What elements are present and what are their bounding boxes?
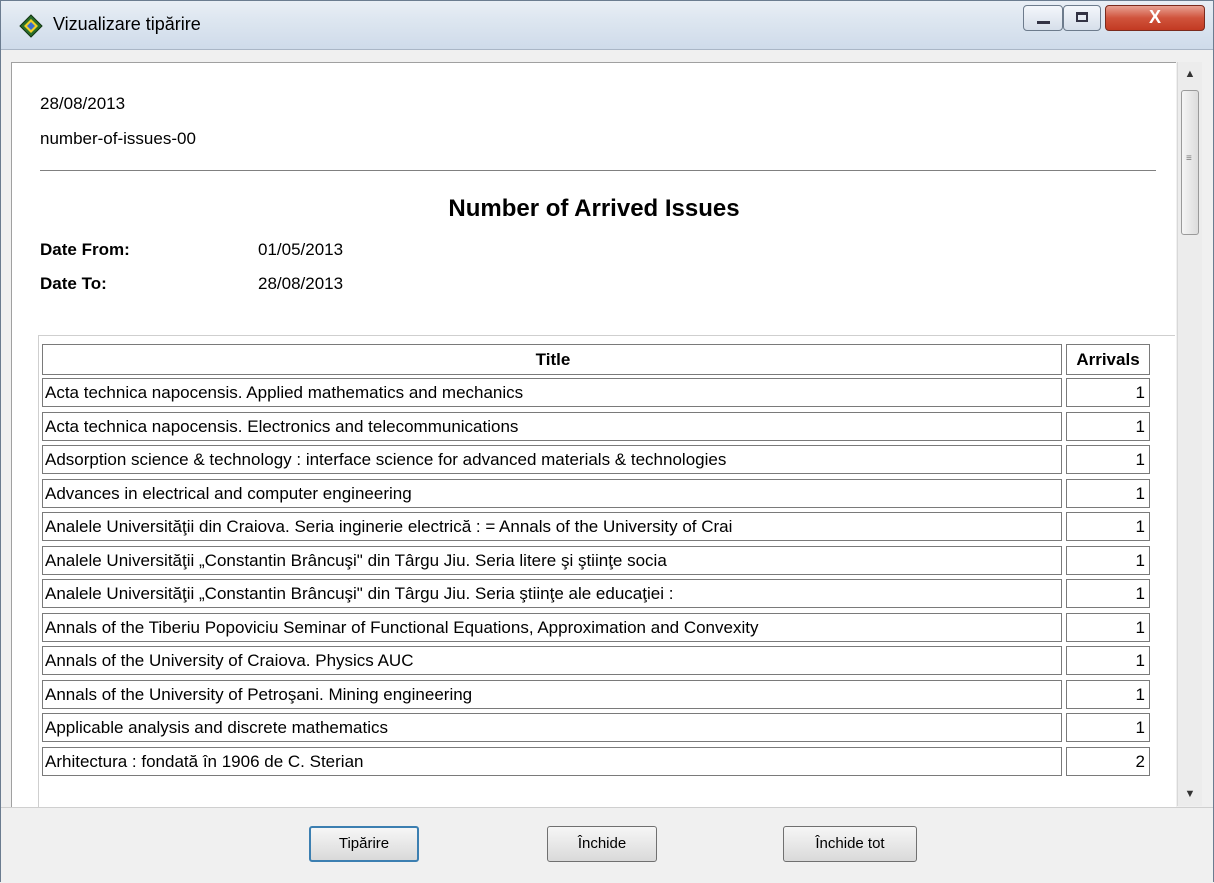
grip-icon: ≡ [1186, 153, 1192, 164]
close-window-button[interactable]: X [1105, 5, 1205, 31]
header-divider [40, 170, 1156, 171]
table-row-arrivals: 1 [1066, 479, 1150, 508]
minimize-button[interactable] [1023, 5, 1063, 31]
vertical-scrollbar[interactable]: ▲ ≡ ▼ [1177, 62, 1202, 806]
close-all-button[interactable]: Închide tot [783, 826, 917, 862]
table-row-title: Adsorption science & technology : interf… [42, 445, 1062, 474]
table-row-title: Annals of the Tiberiu Popoviciu Seminar … [42, 613, 1062, 642]
table-row-title: Acta technica napocensis. Electronics an… [42, 412, 1062, 441]
table-row-title: Analele Universităţii din Craiova. Seria… [42, 512, 1062, 541]
table-row-arrivals: 1 [1066, 646, 1150, 675]
date-to-label: Date To: [40, 274, 107, 293]
scroll-down-arrow-icon[interactable]: ▼ [1178, 782, 1202, 806]
report-title: Number of Arrived Issues [448, 195, 740, 222]
scroll-up-arrow-icon[interactable]: ▲ [1178, 62, 1202, 86]
table-row-arrivals: 1 [1066, 579, 1150, 608]
table-row-arrivals: 1 [1066, 546, 1150, 575]
report-date: 28/08/2013 [40, 94, 126, 113]
close-icon: X [1148, 7, 1161, 27]
table-row-title: Acta technica napocensis. Applied mathem… [42, 378, 1062, 407]
title-bar[interactable]: Vizualizare tipărire X [1, 1, 1213, 50]
print-preview-window: Vizualizare tipărire X 28/08/2013 number… [0, 0, 1214, 883]
table-row-arrivals: 1 [1066, 680, 1150, 709]
table-row-arrivals: 1 [1066, 445, 1150, 474]
table-row-title: Annals of the University of Petroşani. M… [42, 680, 1062, 709]
scrollbar-thumb[interactable]: ≡ [1181, 90, 1199, 235]
close-button[interactable]: Închide [547, 826, 657, 862]
table-row-arrivals: 1 [1066, 713, 1150, 742]
table-row-arrivals: 1 [1066, 412, 1150, 441]
button-bar: Tipărire Închide Închide tot [1, 807, 1213, 883]
table-row-arrivals: 2 [1066, 747, 1150, 776]
table-row-title: Advances in electrical and computer engi… [42, 479, 1062, 508]
table-row-title: Annals of the University of Craiova. Phy… [42, 646, 1062, 675]
report-name: number-of-issues-00 [40, 129, 196, 148]
table-row-title: Arhitectura : fondată în 1906 de C. Ster… [42, 747, 1062, 776]
column-header-arrivals: Arrivals [1066, 344, 1150, 375]
table-row-arrivals: 1 [1066, 378, 1150, 407]
app-icon [19, 14, 43, 38]
maximize-icon [1076, 12, 1088, 22]
print-button[interactable]: Tipărire [309, 826, 419, 862]
table-row-title: Analele Universităţii „Constantin Brâncu… [42, 579, 1062, 608]
date-from-value: 01/05/2013 [258, 240, 344, 259]
date-from-label: Date From: [40, 240, 130, 259]
table-row-title: Applicable analysis and discrete mathema… [42, 713, 1062, 742]
minimize-icon [1037, 21, 1050, 24]
date-to-value: 28/08/2013 [258, 274, 344, 293]
window-title: Vizualizare tipărire [53, 14, 201, 34]
report-preview-area[interactable]: 28/08/2013 number-of-issues-00 Number of… [11, 62, 1176, 807]
table-row-title: Analele Universităţii „Constantin Brâncu… [42, 546, 1062, 575]
maximize-button[interactable] [1063, 5, 1101, 31]
table-row-arrivals: 1 [1066, 613, 1150, 642]
column-header-title: Title [42, 344, 1062, 375]
table-row-arrivals: 1 [1066, 512, 1150, 541]
